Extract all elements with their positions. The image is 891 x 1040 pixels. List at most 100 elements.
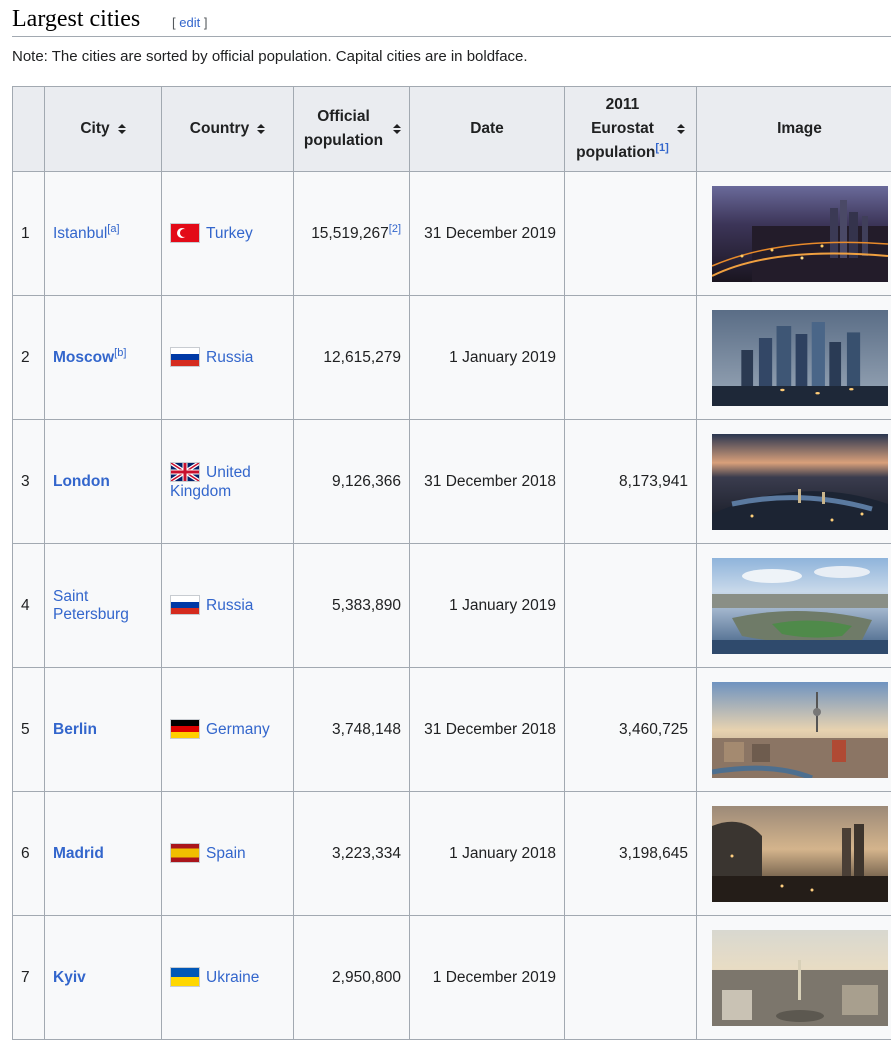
population-cell: 15,519,267[2] [294, 172, 410, 296]
table-note: Note: The cities are sorted by official … [12, 48, 528, 65]
date-cell: 1 January 2018 [410, 792, 565, 916]
city-cell: Istanbul[a] [45, 172, 162, 296]
city-cell: Kyiv [45, 916, 162, 1040]
rank-cell: 2 [13, 296, 45, 420]
city-cell: SaintPetersburg [45, 544, 162, 668]
table-row: 1 Istanbul[a] Turkey 15,519,267[2] 31 De… [13, 172, 891, 296]
sort-icon[interactable] [257, 124, 265, 134]
city-link-berlin[interactable]: Berlin [53, 721, 97, 738]
image-cell [697, 916, 891, 1040]
date-cell: 1 January 2019 [410, 544, 565, 668]
rank-cell: 4 [13, 544, 45, 668]
country-link-germany[interactable]: Germany [206, 721, 270, 738]
eurostat-cell [565, 916, 697, 1040]
image-cell [697, 668, 891, 792]
header-image: Image [697, 87, 891, 172]
city-link-kyiv[interactable]: Kyiv [53, 969, 86, 986]
country-link-spain[interactable]: Spain [206, 845, 246, 862]
eurostat-cell [565, 172, 697, 296]
sort-icon[interactable] [118, 124, 126, 134]
madrid-photo[interactable] [712, 806, 888, 902]
country-cell: UnitedKingdom [162, 420, 294, 544]
flag-germany-icon [170, 719, 200, 739]
eurostat-cell: 3,198,645 [565, 792, 697, 916]
country-link-russia[interactable]: Russia [206, 349, 253, 366]
table-row: 6 Madrid Spain 3,223,334 1 January 2018 … [13, 792, 891, 916]
image-cell [697, 544, 891, 668]
population-cell: 12,615,279 [294, 296, 410, 420]
table-row: 5 Berlin Germany 3,748,148 31 December 2… [13, 668, 891, 792]
city-cell: Berlin [45, 668, 162, 792]
country-cell: Ukraine [162, 916, 294, 1040]
table-row: 3 London UnitedKingdom 9,126,366 31 Dece… [13, 420, 891, 544]
date-cell: 31 December 2018 [410, 420, 565, 544]
city-link-madrid[interactable]: Madrid [53, 845, 104, 862]
london-photo[interactable] [712, 434, 888, 530]
header-rank [13, 87, 45, 172]
eurostat-cell [565, 296, 697, 420]
rank-cell: 3 [13, 420, 45, 544]
header-official-population[interactable]: Official population [294, 87, 410, 172]
eurostat-cell: 8,173,941 [565, 420, 697, 544]
berlin-photo[interactable] [712, 682, 888, 778]
population-ref-link[interactable]: [2] [389, 222, 401, 234]
country-cell: Spain [162, 792, 294, 916]
population-cell: 2,950,800 [294, 916, 410, 1040]
rank-cell: 7 [13, 916, 45, 1040]
image-cell [697, 792, 891, 916]
header-city[interactable]: City [45, 87, 162, 172]
date-cell: 31 December 2018 [410, 668, 565, 792]
eurostat-ref-link[interactable]: [1] [655, 142, 668, 154]
rank-cell: 1 [13, 172, 45, 296]
saint-petersburg-photo[interactable] [712, 558, 888, 654]
table-row: 2 Moscow[b] Russia 12,615,279 1 January … [13, 296, 891, 420]
header-eurostat-population[interactable]: 2011Eurostatpopulation[1] [565, 87, 697, 172]
eurostat-cell [565, 544, 697, 668]
population-cell: 3,223,334 [294, 792, 410, 916]
flag-ukraine-icon [170, 967, 200, 987]
flag-uk-icon [170, 462, 200, 482]
flag-russia-icon [170, 347, 200, 367]
country-cell: Germany [162, 668, 294, 792]
city-link-istanbul[interactable]: Istanbul [53, 225, 107, 242]
city-ref-link[interactable]: [b] [114, 346, 126, 358]
image-cell [697, 296, 891, 420]
date-cell: 31 December 2019 [410, 172, 565, 296]
flag-turkey-icon [170, 223, 200, 243]
header-country[interactable]: Country [162, 87, 294, 172]
country-cell: Russia [162, 544, 294, 668]
section-title: Largest cities [12, 6, 140, 33]
country-link-turkey[interactable]: Turkey [206, 225, 253, 242]
flag-spain-icon [170, 843, 200, 863]
largest-cities-table: City Country Official population Date 20… [12, 86, 891, 1040]
country-link-ukraine[interactable]: Ukraine [206, 969, 259, 986]
sort-icon[interactable] [393, 124, 401, 134]
city-link-london[interactable]: London [53, 473, 110, 490]
flag-russia-icon [170, 595, 200, 615]
header-date: Date [410, 87, 565, 172]
moscow-photo[interactable] [712, 310, 888, 406]
city-cell: Madrid [45, 792, 162, 916]
edit-link[interactable]: edit [179, 15, 200, 30]
city-link-moscow[interactable]: Moscow [53, 349, 114, 366]
country-cell: Turkey [162, 172, 294, 296]
rank-cell: 6 [13, 792, 45, 916]
image-cell [697, 420, 891, 544]
sort-icon[interactable] [677, 124, 685, 134]
population-cell: 3,748,148 [294, 668, 410, 792]
country-link-russia[interactable]: Russia [206, 597, 253, 614]
population-cell: 5,383,890 [294, 544, 410, 668]
image-cell [697, 172, 891, 296]
istanbul-photo[interactable] [712, 186, 888, 282]
table-row: 7 Kyiv Ukraine 2,950,800 1 December 2019 [13, 916, 891, 1040]
eurostat-cell: 3,460,725 [565, 668, 697, 792]
country-cell: Russia [162, 296, 294, 420]
city-ref-link[interactable]: [a] [107, 222, 119, 234]
city-cell: Moscow[b] [45, 296, 162, 420]
rank-cell: 5 [13, 668, 45, 792]
kyiv-photo[interactable] [712, 930, 888, 1026]
city-cell: London [45, 420, 162, 544]
city-link-saint-petersburg[interactable]: SaintPetersburg [53, 588, 129, 623]
edit-section: [ edit ] [172, 15, 207, 30]
date-cell: 1 January 2019 [410, 296, 565, 420]
